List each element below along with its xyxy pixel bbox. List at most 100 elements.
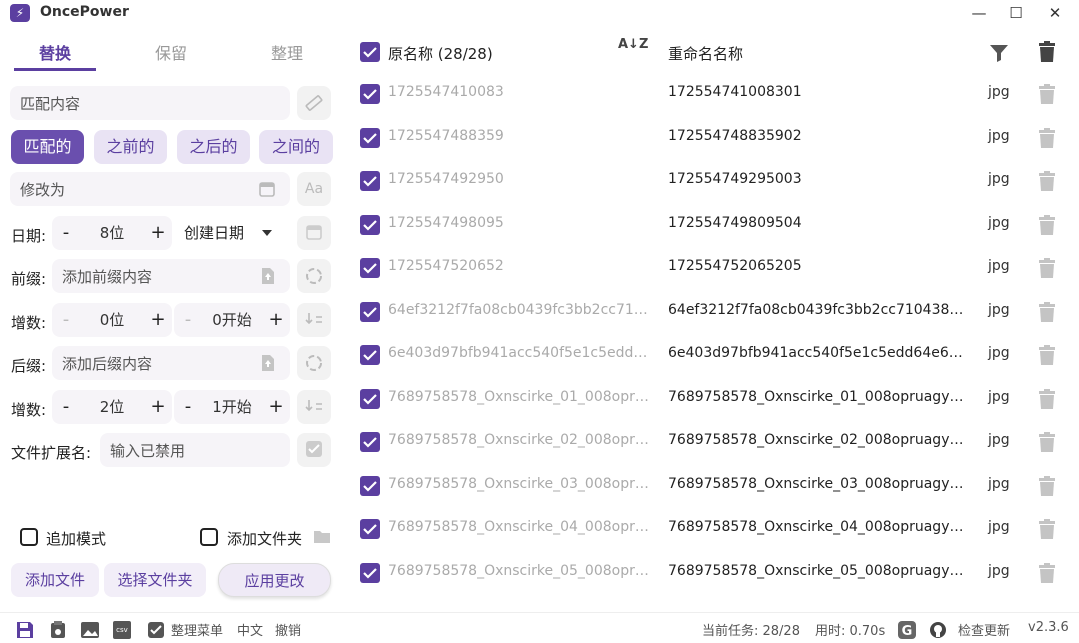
trash-icon[interactable] [1038,345,1056,366]
google-icon[interactable]: G [898,621,916,639]
trash-icon[interactable] [1038,432,1056,453]
replace-input[interactable]: 修改为 [10,172,290,206]
increment2-digits-plus[interactable]: + [146,390,170,424]
extension-enable-checkbox[interactable] [297,433,331,467]
table-row[interactable]: 1725547498095 172554749809504 jpg [350,203,1079,246]
row-checkbox[interactable] [360,171,380,191]
choose-folder-button[interactable]: 选择文件夹 [104,563,206,597]
maximize-button[interactable]: ☐ [1005,2,1027,24]
trash-icon[interactable] [1038,301,1056,323]
organize-menu-link[interactable]: 整理菜单 [171,620,223,639]
table-row[interactable]: 7689758578_Oxnscirke_05_008opru... 768975… [350,551,1079,594]
table-row[interactable]: 7689758578_Oxnscirke_03_008opru... 768975… [350,464,1079,507]
increment2-start-minus[interactable]: - [176,390,200,424]
increment2-digits-minus[interactable]: - [54,390,78,424]
prefix-input[interactable]: 添加前缀内容 [52,259,290,293]
table-row[interactable]: 64ef3212f7fa08cb0439fc3bb2cc710... 64ef32… [350,290,1079,333]
table-row[interactable]: 1725547410083 172554741008301 jpg [350,72,1079,115]
table-row[interactable]: 1725547492950 172554749295003 jpg [350,159,1079,202]
table-row[interactable]: 1725547520652 172554752065205 jpg [350,246,1079,289]
case-toggle-button[interactable]: Aa [297,172,331,206]
filter-icon[interactable] [988,42,1010,64]
undo-link[interactable]: 撤销 [275,620,301,639]
table-row[interactable]: 7689758578_Oxnscirke_01_008opru... 768975… [350,377,1079,420]
csv-icon[interactable]: csv [113,621,131,639]
increment1-digits-plus[interactable]: + [146,303,170,337]
language-toggle[interactable]: 中文 [237,620,263,639]
mode-matched-button[interactable]: 匹配的 [11,130,84,164]
date-type-select[interactable]: 创建日期 [184,216,272,250]
row-checkbox[interactable] [360,562,380,583]
row-checkbox[interactable] [360,84,380,104]
date-minus-button[interactable]: - [54,216,78,250]
clear-all-trash-icon[interactable] [1038,41,1056,63]
checkbox-checked-icon[interactable] [147,621,165,639]
mode-before-button[interactable]: 之前的 [94,130,167,164]
mode-after-button[interactable]: 之后的 [177,130,250,164]
date-digits-stepper[interactable]: - 8位 + [52,216,172,250]
image-icon[interactable] [80,621,100,639]
increment2-start-stepper[interactable]: - 1开始 + [174,390,290,424]
trash-icon[interactable] [1038,171,1056,192]
github-icon[interactable] [929,621,947,639]
trash-icon[interactable] [1038,214,1056,236]
date-calendar-button[interactable] [297,216,331,250]
row-checkbox[interactable] [360,301,380,322]
increment1-swap-button[interactable] [297,303,331,337]
row-checkbox[interactable] [360,258,380,278]
save-icon[interactable] [16,621,34,639]
close-button[interactable]: ✕ [1044,2,1066,24]
ruler-button[interactable] [297,86,331,120]
suffix-refresh-button[interactable] [297,346,331,380]
trash-icon[interactable] [1038,84,1056,105]
date-plus-button[interactable]: + [146,216,170,250]
row-checkbox[interactable] [360,214,380,235]
upload-file-icon[interactable] [260,354,276,372]
trash-icon[interactable] [1038,562,1056,584]
increment2-swap-button[interactable] [297,390,331,424]
increment1-start-plus[interactable]: + [264,303,288,337]
trash-icon[interactable] [1038,519,1056,540]
tab-organize[interactable]: 整理 [246,40,328,64]
prefix-refresh-button[interactable] [297,259,331,293]
check-icon [363,567,377,579]
row-checkbox[interactable] [360,475,380,496]
table-row[interactable]: 7689758578_Oxnscirke_02_008opru... 768975… [350,420,1079,463]
suffix-input[interactable]: 添加后缀内容 [52,346,290,380]
row-checkbox[interactable] [360,432,380,452]
increment2-start-plus[interactable]: + [264,390,288,424]
table-row[interactable]: 7689758578_Oxnscirke_04_008opru... 768975… [350,507,1079,550]
increment1-digits-minus[interactable]: - [54,303,78,337]
trash-icon[interactable] [1038,127,1056,149]
row-checkbox[interactable] [360,127,380,148]
add-folder-checkbox[interactable] [200,528,218,546]
append-mode-checkbox[interactable] [20,528,38,546]
clipboard-icon[interactable] [49,621,67,639]
increment2-digits-stepper[interactable]: - 2位 + [52,390,172,424]
trash-icon[interactable] [1038,258,1056,279]
table-row[interactable]: 6e403d97bfb941acc540f5e1c5edd6... 6e403d9… [350,333,1079,376]
increment1-start-stepper[interactable]: - 0开始 + [174,303,290,337]
row-checkbox[interactable] [360,345,380,365]
minimize-button[interactable]: — [968,2,990,24]
increment1-digits-stepper[interactable]: - 0位 + [52,303,172,337]
match-input[interactable]: 匹配内容 [10,86,290,120]
table-row[interactable]: 1725547488359 172554748835902 jpg [350,116,1079,159]
sort-icon[interactable]: A↓Z [618,38,648,51]
increment1-start-minus[interactable]: - [176,303,200,337]
mode-between-button[interactable]: 之间的 [259,130,333,164]
calendar-icon[interactable] [258,180,276,198]
upload-file-icon[interactable] [260,267,276,285]
row-checkbox[interactable] [360,388,380,409]
apply-changes-button[interactable]: 应用更改 [218,563,331,597]
check-icon [363,176,377,187]
add-files-button[interactable]: 添加文件 [11,563,99,597]
extension-input[interactable]: 输入已禁用 [100,433,290,467]
check-update-link[interactable]: 检查更新 [958,620,1010,639]
trash-icon[interactable] [1038,388,1056,410]
select-all-checkbox[interactable] [360,42,380,62]
tab-keep[interactable]: 保留 [130,40,212,64]
row-checkbox[interactable] [360,519,380,539]
trash-icon[interactable] [1038,475,1056,497]
tab-replace[interactable]: 替换 [14,40,96,64]
